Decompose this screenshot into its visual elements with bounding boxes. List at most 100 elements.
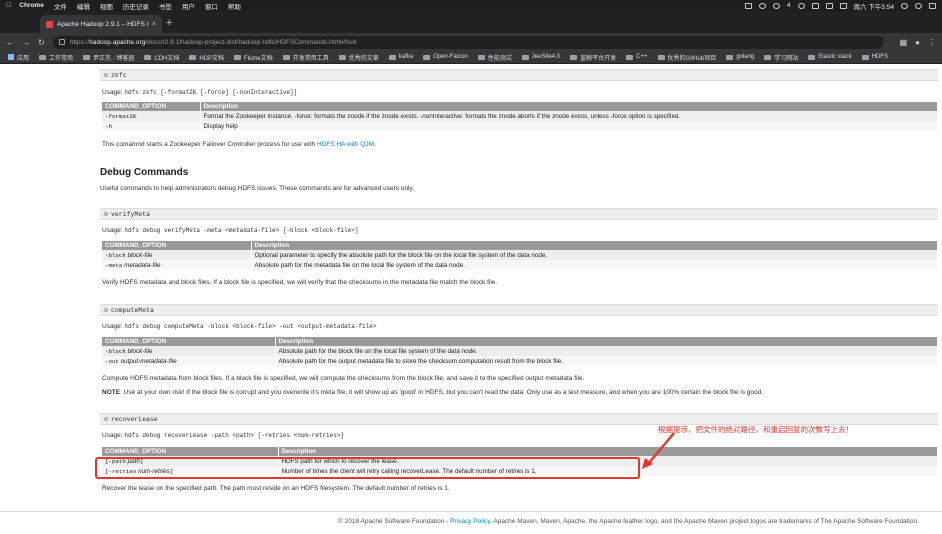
table-row: -h Display help — [102, 121, 938, 131]
list-icon[interactable] — [929, 2, 936, 9]
folder-icon — [570, 54, 578, 60]
address-bar[interactable]: https://hadoop.apache.org/docs/r2.9.1/ha… — [52, 35, 884, 49]
table-header: Description — [275, 337, 938, 346]
menu-edit[interactable]: 编辑 — [77, 1, 90, 11]
bookmark-folder[interactable]: 学习网站 — [760, 53, 802, 62]
menu-help[interactable]: 帮助 — [228, 1, 241, 11]
bookmark-folder[interactable]: kafka — [385, 54, 417, 60]
apps-grid-icon — [8, 54, 14, 60]
annotation-highlight-box — [95, 457, 640, 479]
bookmark-folder[interactable]: Open-Falcon — [419, 54, 472, 60]
bookmark-folder[interactable]: JeeSite4.0 — [518, 54, 564, 60]
bookmark-folder[interactable]: 优秀的文章 — [335, 53, 383, 62]
table-row: -block block-file Absolute path for the b… — [102, 346, 938, 356]
link-hdfs-ha-qjm[interactable]: HDFS HA with QJM — [317, 141, 374, 148]
privacy-policy-link[interactable]: Privacy Policy — [450, 518, 490, 525]
table-row: -formatZK Format the Zookeeper instance. … — [102, 111, 938, 121]
page-footer: © 2018 Apache Software Foundation - Priv… — [338, 518, 919, 525]
anchor-icon — [104, 417, 108, 421]
folder-icon — [39, 54, 47, 60]
battery-icon[interactable] — [839, 2, 847, 9]
menubar-status-area: 4 周六 下午5:54 — [744, 1, 936, 11]
table-header: Description — [200, 102, 938, 111]
tab-close-icon[interactable]: × — [152, 21, 156, 28]
reload-icon[interactable]: ↻ — [38, 38, 45, 47]
new-tab-button[interactable]: + — [166, 17, 172, 29]
folder-icon — [861, 54, 869, 60]
bookmark-apps[interactable]: 应用 — [4, 53, 33, 62]
back-icon[interactable]: ← — [6, 38, 14, 47]
table-header: COMMAND_OPTION — [102, 241, 252, 250]
section-heading-debug-commands: Debug Commands — [100, 167, 189, 178]
translate-icon[interactable]: ▦ — [900, 38, 908, 47]
forward-icon[interactable]: → — [22, 38, 30, 47]
options-table-zkfc: COMMAND_OPTION Description -formatZK Forma… — [102, 102, 938, 131]
folder-icon — [234, 54, 242, 60]
options-table-verifymeta: COMMAND_OPTION Description -block block-f… — [102, 241, 938, 270]
url-text[interactable]: https://hadoop.apache.org/docs/r2.9.1/ha… — [70, 39, 357, 46]
menu-view[interactable]: 视图 — [100, 1, 113, 11]
menubar-clock[interactable]: 周六 下午5:54 — [854, 1, 894, 11]
bookmark-folder[interactable]: 优秀的GitHub项目 — [654, 53, 721, 62]
debug-intro: Useful commands to help administrators d… — [100, 185, 415, 192]
bookmark-folder[interactable]: C++ — [622, 54, 651, 60]
page-content: zkfc Usage: hdfs zkfc [-formatZK [-force… — [0, 64, 942, 534]
folder-icon — [808, 54, 816, 60]
bookmark-folder[interactable]: CDH文档 — [140, 53, 183, 62]
folder-icon — [83, 54, 91, 60]
section-heading-zkfc: zkfc — [100, 69, 938, 81]
siri-icon[interactable] — [915, 2, 922, 9]
wechat-icon[interactable] — [772, 2, 780, 9]
bookmark-folder[interactable]: 蓝鲸平台开发 — [566, 53, 620, 62]
bookmark-folder[interactable]: 工作常用 — [35, 53, 77, 62]
bookmark-folder[interactable]: 开发常用工具 — [279, 53, 333, 62]
menu-dots-icon[interactable]: ⋮ — [928, 38, 936, 47]
bookmark-folder[interactable]: Elastic stack — [804, 54, 855, 60]
sync-icon[interactable] — [758, 2, 766, 9]
folder-icon — [338, 54, 346, 60]
folder-icon — [189, 54, 197, 60]
folder-icon — [764, 54, 772, 60]
menu-bookmarks[interactable]: 书签 — [159, 1, 172, 11]
table-header: Description — [251, 241, 938, 250]
bookmark-folder[interactable]: HDP文档 — [185, 53, 228, 62]
bookmark-folder[interactable]: 尹正杰 - 博客园 — [79, 53, 138, 62]
usage-recoverlease: Usage: hdfs debug recoverLease -path <pa… — [102, 432, 345, 439]
table-header: COMMAND_OPTION — [102, 102, 201, 111]
footer-divider — [0, 511, 942, 512]
apple-icon[interactable]:  — [6, 2, 11, 9]
usage-zkfc: Usage: hdfs zkfc [-formatZK [-force] [-n… — [102, 89, 298, 96]
clock-icon[interactable] — [797, 2, 805, 9]
bookmark-folder[interactable]: 性能测试 — [474, 53, 516, 62]
annotation-arrow-icon — [642, 432, 675, 469]
search-icon[interactable] — [901, 2, 908, 9]
warning-computemeta: NOTE: Use at your own risk! If the block… — [102, 389, 764, 396]
lock-icon[interactable] — [58, 39, 65, 45]
tab-hdfs-commands[interactable]: Apache Hadoop 2.9.1 – HDFS C × — [40, 15, 162, 33]
apache-favicon-icon — [46, 20, 53, 28]
table-header: Description — [278, 447, 938, 456]
menu-history[interactable]: 历史记录 — [123, 1, 149, 11]
mac-menubar:  Chrome 文件 编辑 视图 历史记录 书签 用户 窗口 帮助 4 周六 … — [0, 0, 942, 11]
tab-strip: Apache Hadoop 2.9.1 – HDFS C × + — [0, 11, 942, 33]
volume-icon[interactable] — [825, 2, 833, 9]
bookmark-folder[interactable]: HDFS — [858, 54, 892, 60]
menu-file[interactable]: 文件 — [54, 1, 67, 11]
anchor-icon — [104, 212, 108, 216]
folder-icon — [477, 54, 485, 60]
wifi-icon[interactable] — [811, 2, 819, 9]
folder-icon — [726, 54, 734, 60]
screen-icon[interactable] — [744, 2, 752, 9]
folder-icon — [626, 54, 634, 60]
menu-app-chrome[interactable]: Chrome — [19, 2, 44, 9]
folder-icon — [521, 54, 529, 60]
menu-people[interactable]: 用户 — [182, 1, 195, 11]
notification-badge[interactable]: 4 — [787, 2, 791, 9]
note-zkfc: This comamnd starts a Zookeeper Failover… — [102, 141, 376, 148]
table-header: COMMAND_OPTION — [102, 337, 276, 346]
note-verifymeta: Verify HDFS metadata and block files. If… — [102, 279, 498, 286]
bookmark-folder[interactable]: golang — [722, 54, 758, 60]
profile-icon[interactable]: ● — [915, 38, 920, 47]
bookmark-folder[interactable]: Flume文档 — [230, 53, 277, 62]
menu-window[interactable]: 窗口 — [205, 1, 218, 11]
